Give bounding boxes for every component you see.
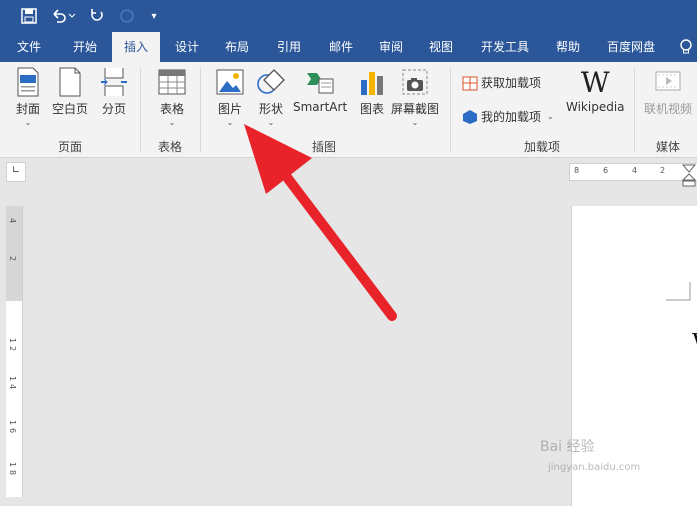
smartart-button[interactable]: SmartArt [293,66,347,114]
page-break-icon [98,66,130,98]
vertical-ruler[interactable]: 4 2 1 2 1 4 1 6 1 8 [6,206,23,497]
document-page[interactable]: W [571,206,697,506]
tab-mailings[interactable]: 邮件 [318,32,364,62]
table-icon [156,66,188,98]
tab-file[interactable]: 文件 [4,32,54,62]
page-text-fragment: W [692,328,697,360]
group-label-addins: 加载项 [524,140,561,154]
wikipedia-icon: W [580,65,610,99]
tab-developer[interactable]: 开发工具 [470,32,540,62]
cover-page-button[interactable]: 封面 ⌄ [12,66,44,127]
blank-page-button[interactable]: 空白页 [52,66,88,117]
tab-stop-selector[interactable]: ∟ [6,162,26,182]
undo-icon[interactable] [48,4,78,28]
tab-insert[interactable]: 插入 [112,32,160,62]
picture-icon [214,66,246,98]
online-video-icon [652,66,684,98]
store-icon [462,76,478,90]
tab-review[interactable]: 审阅 [368,32,414,62]
group-label-illustrations: 插图 [312,140,337,154]
tab-layout[interactable]: 布局 [214,32,260,62]
baidu-watermark: Bai 经验 [540,439,595,455]
group-label-table: 表格 [158,140,183,154]
group-label-pages: 页面 [58,140,83,154]
page-break-button[interactable]: 分页 [98,66,130,117]
customize-qat-icon[interactable]: ▾ [146,4,162,28]
get-addins-button[interactable]: 获取加载项 [462,74,541,91]
baidu-watermark-url: jingyan.baidu.com [548,462,641,473]
shapes-button[interactable]: 形状 ⌄ [255,66,287,127]
cover-page-icon [12,66,44,98]
tab-home[interactable]: 开始 [60,32,110,62]
group-label-media: 媒体 [656,140,681,154]
picture-button[interactable]: 图片 ⌄ [214,66,246,127]
margin-corner-mark [666,282,691,301]
circle-icon[interactable] [116,4,138,28]
wikipedia-button[interactable]: W Wikipedia [566,65,625,115]
indent-marker-icon[interactable] [682,164,696,188]
blank-page-icon [54,66,86,98]
tab-design[interactable]: 设计 [164,32,210,62]
tab-view[interactable]: 视图 [418,32,464,62]
chevron-down-icon[interactable]: ⌄ [547,112,554,121]
tab-references[interactable]: 引用 [266,32,312,62]
title-bar: ▾ [0,0,697,32]
lightbulb-icon[interactable] [676,32,696,62]
ribbon-insert: 封面 ⌄ 空白页 分页 页面 表格 ⌄ 表格 图片 ⌄ 形状 ⌄ SmartAr… [0,62,697,158]
tab-baidu-netdisk[interactable]: 百度网盘 [598,32,664,62]
smartart-icon [304,66,336,98]
chart-icon [356,66,388,98]
screenshot-button[interactable]: 屏幕截图 ⌄ [391,66,439,127]
shapes-icon [255,66,287,98]
save-icon[interactable] [18,4,40,28]
screenshot-icon [399,66,431,98]
ribbon-tabs: 文件 开始 插入 设计 布局 引用 邮件 审阅 视图 开发工具 帮助 百度网盘 [0,32,697,62]
chart-button[interactable]: 图表 [356,66,388,117]
horizontal-ruler[interactable]: 8 6 4 2 [569,163,697,187]
addin-cube-icon [463,109,477,124]
my-addins-button[interactable]: 我的加载项 ⌄ [462,108,554,125]
table-button[interactable]: 表格 ⌄ [156,66,188,127]
tab-help[interactable]: 帮助 [546,32,590,62]
online-video-button[interactable]: 联机视频 [644,66,692,117]
redo-icon[interactable] [86,4,108,28]
